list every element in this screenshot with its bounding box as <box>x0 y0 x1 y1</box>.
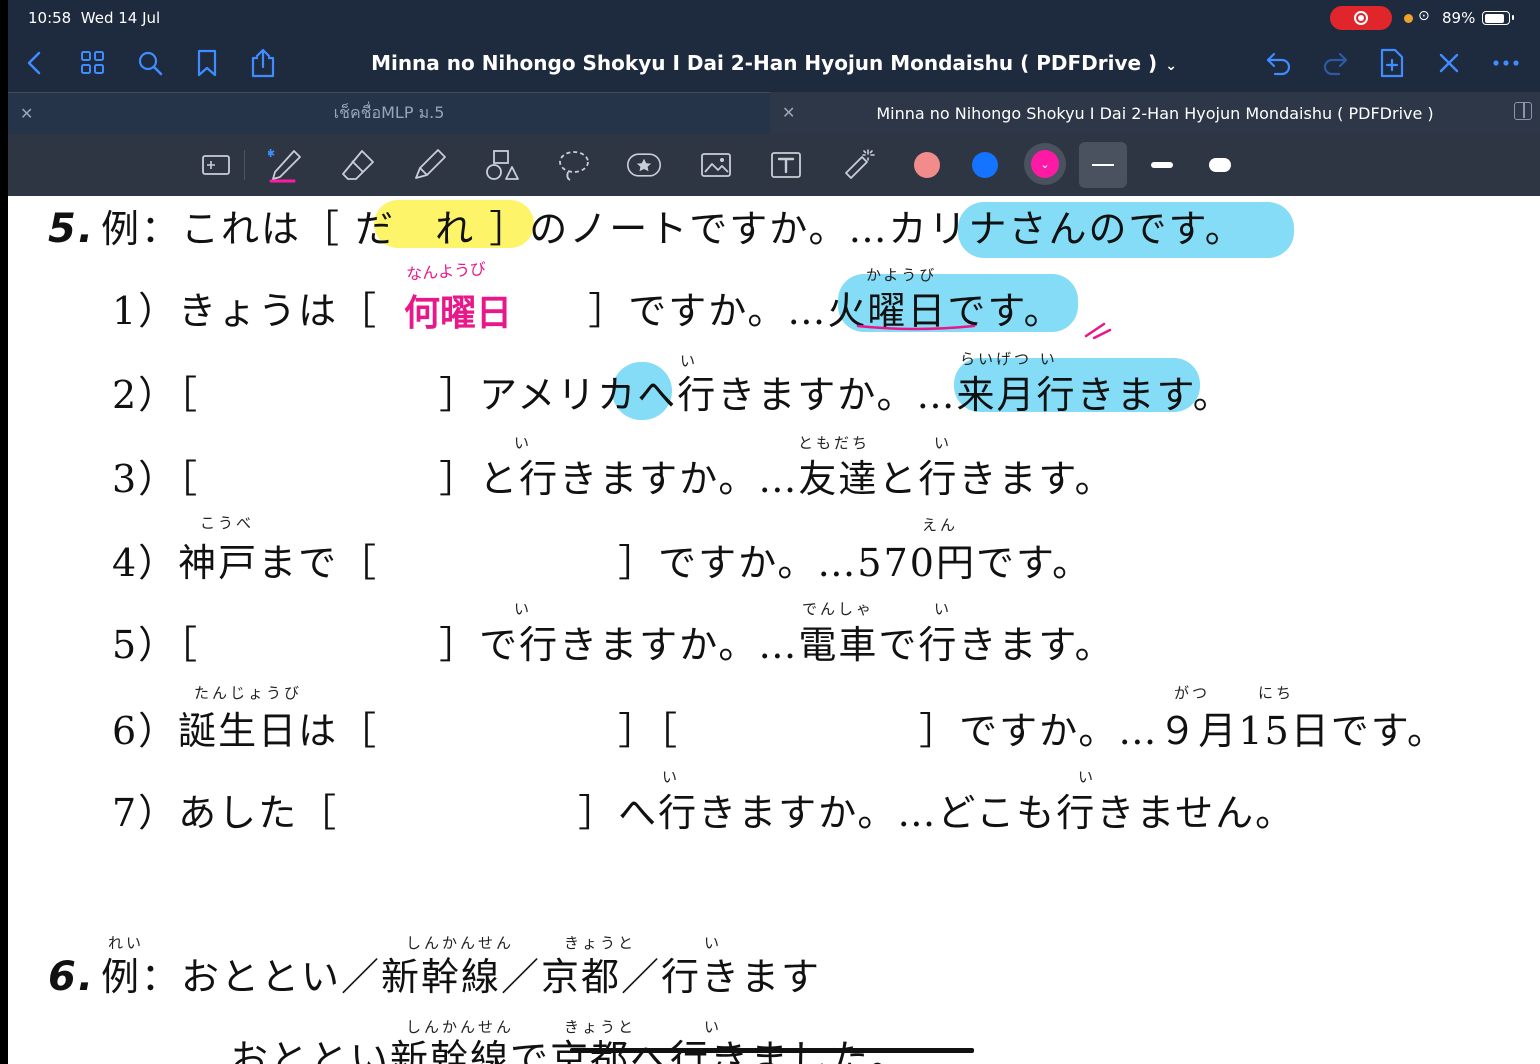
chevron-down-icon: ⌄ <box>1031 150 1059 178</box>
scroll-mode-icon[interactable] <box>198 148 234 182</box>
question-3: 3）［ ］と行きますか。…友達と行きます。 <box>112 457 1115 501</box>
stroke-width-thick[interactable] <box>1209 158 1231 172</box>
annotation-toolbar: ✱ ⌄ <box>8 134 1540 196</box>
tab-checklist[interactable]: ✕ เช็คชื่อMLP ม.5 <box>8 92 770 134</box>
close-annotation-icon[interactable] <box>1434 48 1464 78</box>
close-tab-icon[interactable]: ✕ <box>782 103 795 122</box>
split-view-icon[interactable] <box>1514 102 1532 120</box>
color-swatch-blue[interactable] <box>972 152 998 178</box>
ipad-screen: 10:58 Wed 14 Jul ⊙ 89% Minna no Nihongo … <box>8 0 1540 1064</box>
svg-text:✱: ✱ <box>268 147 275 160</box>
shapes-tool-icon[interactable] <box>484 148 520 182</box>
color-swatch-salmon[interactable] <box>914 152 940 178</box>
status-time: 10:58 Wed 14 Jul <box>28 9 161 27</box>
question-5: 5）［ ］で行きますか。…電車で行きます。 <box>112 623 1115 667</box>
status-bar: 10:58 Wed 14 Jul ⊙ 89% <box>8 0 1540 36</box>
question-6: 6）誕生日は［ ］［ ］ですか。…９月15日です。 <box>112 709 1447 753</box>
navigation-bar: Minna no Nihongo Shokyu I Dai 2-Han Hyoj… <box>8 36 1540 92</box>
question-2: 2）［ ］アメリカへ行きますか。…来月行きます。 <box>112 373 1233 417</box>
eraser-tool-icon[interactable] <box>340 148 376 182</box>
pdf-page[interactable]: 5. 例：これは［ だ れ ］のノートですか。…カリナさんのです。 なんようび か… <box>8 196 1540 1064</box>
handwritten-answer: 何曜日 <box>404 293 513 334</box>
elements-tool-icon[interactable] <box>626 148 662 182</box>
exercise-6-example-answer: …おととい新幹線で京都へ行きました。 <box>190 1037 911 1064</box>
pen-tool-icon[interactable]: ✱ <box>268 147 304 183</box>
link-icon: ⊙ <box>1418 8 1430 24</box>
add-page-icon[interactable] <box>1377 48 1407 78</box>
highlighter-tool-icon[interactable] <box>412 148 448 182</box>
battery-percent: 89% <box>1442 9 1476 27</box>
close-tab-icon[interactable]: ✕ <box>20 104 33 123</box>
tab-minna-no-nihongo[interactable]: ✕ Minna no Nihongo Shokyu I Dai 2-Han Hy… <box>770 92 1540 134</box>
color-swatch-pink-selected[interactable]: ⌄ <box>1024 143 1066 185</box>
more-options-icon[interactable] <box>1491 48 1521 78</box>
document-title[interactable]: Minna no Nihongo Shokyu I Dai 2-Han Hyoj… <box>8 51 1540 75</box>
screen-recording-indicator[interactable] <box>1330 6 1392 30</box>
question-7: 7）あした［ ］へ行きますか。…どこも行きません。 <box>112 791 1296 835</box>
stroke-width-thin-selected[interactable] <box>1079 142 1127 188</box>
document-tabs: ✕ เช็คชื่อMLP ม.5 ✕ Minna no Nihongo Sho… <box>8 92 1540 134</box>
chevron-down-icon[interactable]: ⌄ <box>1165 58 1177 74</box>
stroke-width-medium[interactable] <box>1151 162 1173 168</box>
image-tool-icon[interactable] <box>698 148 734 182</box>
battery-icon <box>1482 11 1514 25</box>
laser-pointer-icon[interactable] <box>840 148 876 182</box>
redo-icon[interactable] <box>1320 48 1350 78</box>
undo-icon[interactable] <box>1264 48 1294 78</box>
exercise-5-example: 5. 例：これは［ だ れ ］のノートですか。…カリナさんのです。 <box>48 206 1245 252</box>
exercise-6-example: 6. 例：おととい／新幹線／京都／行きます <box>48 954 822 1000</box>
text-tool-icon[interactable] <box>768 148 804 182</box>
question-4: 4）神戸まで［ ］ですか。…570円です。 <box>112 541 1093 585</box>
home-indicator-bar[interactable] <box>570 1048 974 1053</box>
lasso-tool-icon[interactable] <box>556 148 592 182</box>
mic-indicator-icon <box>1404 14 1413 23</box>
furigana: こうべ <box>200 514 255 532</box>
pink-underline <box>856 322 1112 340</box>
toolbar-divider <box>244 150 245 180</box>
